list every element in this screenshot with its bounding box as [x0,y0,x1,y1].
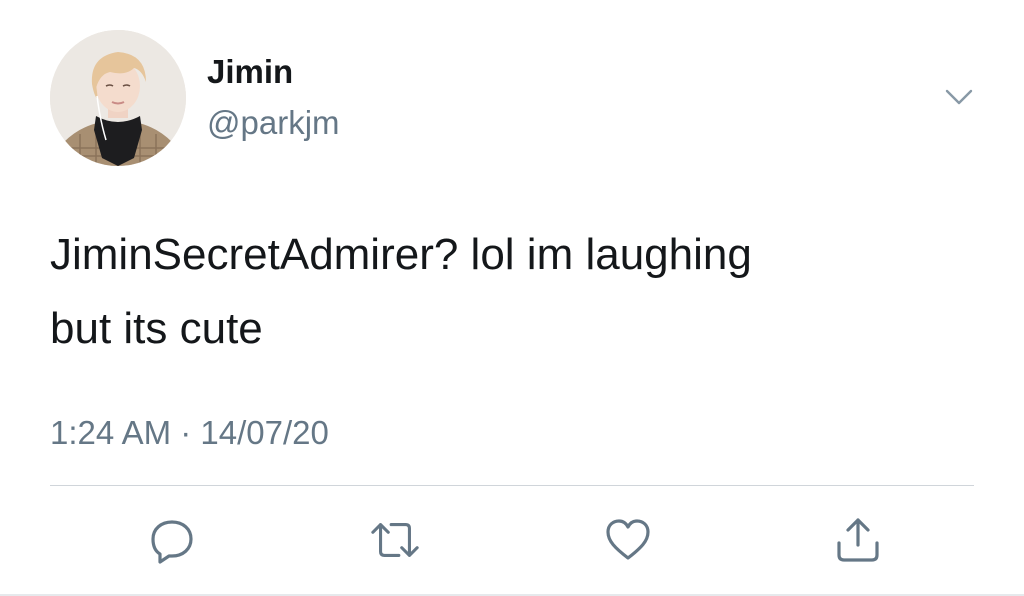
like-button[interactable] [602,516,654,564]
tweet-menu-button[interactable] [944,84,974,108]
share-icon [837,518,879,562]
tweet-text-line: JiminSecretAdmirer? lol im laughing [50,230,752,279]
reply-icon [151,520,193,564]
author-display-name[interactable]: Jimin [207,55,293,88]
retweet-icon [371,523,419,557]
avatar-photo [50,30,186,166]
divider [50,485,974,486]
share-button[interactable] [832,516,884,564]
author-handle[interactable]: @parkjm [207,106,340,139]
tweet-text: JiminSecretAdmirer? lol im laughing but … [50,218,970,366]
chevron-down-icon [945,89,973,105]
tweet-text-line: but its cute [50,304,263,353]
reply-button[interactable] [146,516,198,564]
avatar[interactable] [50,30,186,166]
retweet-button[interactable] [369,516,421,564]
heart-icon [606,519,650,560]
tweet-timestamp[interactable]: 1:24 AM · 14/07/20 [50,416,329,449]
